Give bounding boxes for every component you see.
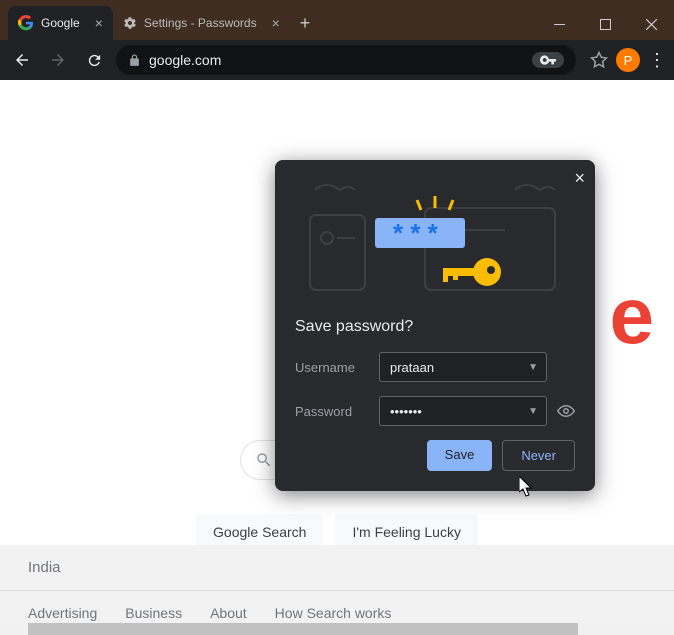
tab-google[interactable]: Google × bbox=[8, 6, 113, 40]
username-value: prataan bbox=[390, 360, 434, 375]
reload-button[interactable] bbox=[80, 46, 108, 74]
window-close-button[interactable] bbox=[628, 8, 674, 40]
google-logo-fragment: e bbox=[610, 270, 655, 362]
save-password-dialog: × * * * bbox=[275, 160, 595, 491]
dialog-title: Save password? bbox=[295, 318, 575, 336]
footer-link[interactable]: Advertising bbox=[28, 605, 97, 621]
footer-link[interactable]: About bbox=[210, 605, 247, 621]
page-content: e Google Search I'm Feeling Lucky Google… bbox=[0, 80, 674, 635]
address-bar: google.com P ⋮ bbox=[0, 40, 674, 80]
username-field[interactable]: prataan ▼ bbox=[379, 352, 547, 382]
back-button[interactable] bbox=[8, 46, 36, 74]
lock-icon bbox=[128, 54, 141, 67]
tab-title: Google bbox=[41, 16, 80, 30]
svg-text:* * *: * * * bbox=[393, 218, 439, 248]
chevron-down-icon: ▼ bbox=[528, 362, 538, 373]
save-button[interactable]: Save bbox=[427, 440, 493, 471]
footer-link[interactable]: How Search works bbox=[275, 605, 392, 621]
chrome-menu-button[interactable]: ⋮ bbox=[648, 50, 666, 71]
tab-close-icon[interactable]: × bbox=[95, 15, 103, 31]
window-controls bbox=[536, 8, 674, 40]
footer: India Advertising Business About How Sea… bbox=[0, 545, 674, 635]
never-button[interactable]: Never bbox=[502, 440, 575, 471]
dialog-illustration: * * * bbox=[275, 160, 595, 300]
password-field[interactable]: ••••••• ▼ bbox=[379, 396, 547, 426]
tab-title: Settings - Passwords bbox=[144, 16, 257, 30]
scrollbar-thumb[interactable] bbox=[28, 623, 578, 635]
gear-icon bbox=[123, 16, 137, 30]
forward-button[interactable] bbox=[44, 46, 72, 74]
show-password-icon[interactable] bbox=[557, 405, 575, 417]
new-tab-button[interactable]: + bbox=[290, 13, 321, 34]
title-bar: Google × Settings - Passwords × + bbox=[0, 0, 674, 40]
profile-avatar[interactable]: P bbox=[616, 48, 640, 72]
url-text: google.com bbox=[149, 52, 221, 68]
horizontal-scrollbar[interactable] bbox=[0, 623, 674, 635]
footer-link[interactable]: Business bbox=[125, 605, 182, 621]
password-label: Password bbox=[295, 404, 369, 419]
chevron-down-icon: ▼ bbox=[528, 406, 538, 417]
browser-tabs: Google × Settings - Passwords × + bbox=[0, 6, 320, 40]
google-favicon-icon bbox=[18, 15, 34, 31]
maximize-button[interactable] bbox=[582, 8, 628, 40]
tab-settings-passwords[interactable]: Settings - Passwords × bbox=[113, 6, 290, 40]
footer-country: India bbox=[0, 545, 674, 591]
minimize-button[interactable] bbox=[536, 8, 582, 40]
dialog-close-button[interactable]: × bbox=[574, 168, 585, 189]
username-label: Username bbox=[295, 360, 369, 375]
password-value: ••••••• bbox=[390, 404, 422, 419]
omnibox[interactable]: google.com bbox=[116, 45, 576, 75]
key-indicator-icon[interactable] bbox=[532, 52, 564, 68]
search-icon bbox=[255, 451, 273, 469]
bookmark-star-icon[interactable] bbox=[590, 51, 608, 69]
tab-close-icon[interactable]: × bbox=[272, 15, 280, 31]
avatar-letter: P bbox=[624, 53, 633, 68]
